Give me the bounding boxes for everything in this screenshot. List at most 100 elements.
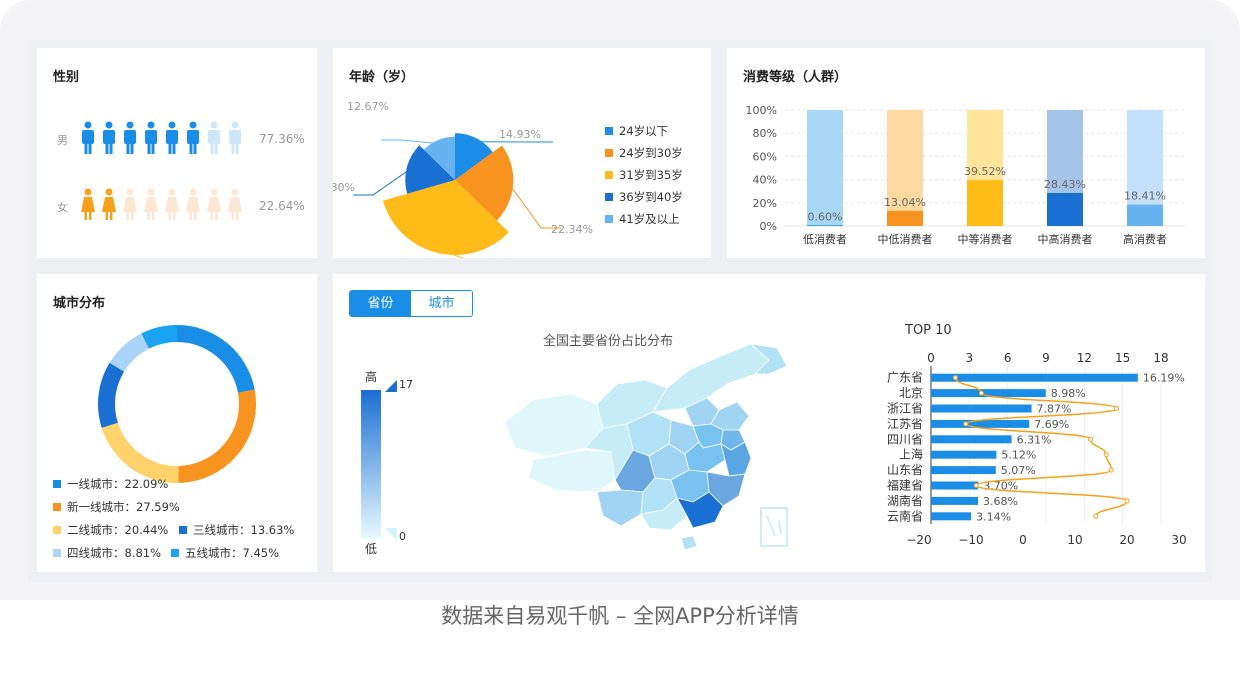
age-data-label: 16.80%: [333, 181, 355, 194]
bar[interactable]: [931, 435, 1012, 444]
bar-background: [807, 110, 843, 226]
city-legend-item[interactable]: 五线城市：7.45%: [171, 545, 279, 561]
bar-data-label: 7.69%: [1034, 418, 1069, 431]
bar[interactable]: [887, 210, 923, 226]
line-point[interactable]: [1108, 467, 1114, 473]
tab-province[interactable]: 省份: [350, 291, 411, 316]
map-region[interactable]: [528, 449, 616, 493]
city-legend-item[interactable]: 新一线城市：27.59%: [53, 499, 180, 515]
legend-swatch: [605, 193, 613, 201]
color-scale[interactable]: [361, 390, 381, 538]
gender-card: 性别 男 77.36% 女 22.64%: [37, 48, 317, 258]
legend-label: 一线城市：22.09%: [67, 477, 169, 491]
line-point[interactable]: [1093, 513, 1099, 519]
line-point[interactable]: [978, 390, 984, 396]
bar[interactable]: [931, 496, 979, 505]
bar-data-label: 6.31%: [1017, 433, 1052, 446]
x-tick-label-bottom: 30: [1171, 533, 1186, 547]
y-tick-label: 江苏省: [887, 417, 923, 431]
bar[interactable]: [931, 404, 1032, 413]
legend-label: 24岁以下: [619, 124, 669, 138]
x-tick-label-bottom: −20: [906, 533, 931, 547]
legend-swatch: [53, 480, 61, 488]
x-tick-label-top: 3: [966, 351, 974, 365]
city-legend-item[interactable]: 一线城市：22.09%: [53, 476, 168, 492]
scale-handle-top-icon[interactable]: [385, 380, 397, 392]
x-tick-label-bottom: −10: [958, 533, 983, 547]
y-tick-label: 北京: [899, 386, 923, 400]
city-legend-item[interactable]: 三线城市：13.63%: [179, 522, 294, 538]
line-point[interactable]: [963, 421, 969, 427]
male-value: 77.36%: [259, 132, 305, 146]
gender-title: 性别: [53, 70, 80, 85]
legend-swatch: [605, 127, 613, 135]
bar-data-label: 5.07%: [1001, 464, 1036, 477]
donut-segment[interactable]: [177, 325, 255, 393]
city-legend-item[interactable]: 四线城市：8.81%: [53, 545, 161, 561]
tab-city[interactable]: 城市: [411, 291, 472, 316]
line-point[interactable]: [1103, 452, 1109, 458]
legend-label: 二线城市：20.44%: [67, 523, 169, 537]
line-point[interactable]: [1124, 498, 1130, 504]
bar[interactable]: [1047, 193, 1083, 226]
bar[interactable]: [967, 180, 1003, 226]
bar-data-label: 28.43%: [1044, 178, 1086, 191]
y-tick-label: 山东省: [887, 463, 923, 477]
dashboard-panel: 性别 男 77.36% 女 22.64% 年龄（岁） 14.93%22.34%3…: [28, 40, 1212, 582]
age-legend-item[interactable]: 36岁到40岁: [605, 186, 683, 208]
map-region[interactable]: [710, 401, 750, 431]
map-region[interactable]: [720, 441, 752, 477]
bar[interactable]: [931, 512, 972, 521]
y-tick-label: 湖南省: [887, 493, 923, 508]
bar-data-label: 16.19%: [1143, 372, 1185, 385]
bar-data-label: 3.14%: [976, 510, 1011, 523]
age-data-label: 14.93%: [499, 128, 541, 141]
female-person-icon: [165, 188, 179, 220]
bar-data-label: 13.04%: [884, 196, 926, 209]
bar[interactable]: [1127, 204, 1163, 226]
age-label-line: [353, 168, 411, 196]
line-point[interactable]: [1114, 406, 1120, 411]
age-legend: 24岁以下 24岁到30岁 31岁到35岁 36岁到40岁 41岁及以上: [605, 120, 683, 230]
south-sea-islands: [766, 515, 782, 537]
age-legend-item[interactable]: 41岁及以上: [605, 208, 683, 230]
city-legend-item[interactable]: 二线城市：20.44%: [53, 522, 168, 538]
age-legend-item[interactable]: 31岁到35岁: [605, 164, 683, 186]
age-legend-item[interactable]: 24岁到30岁: [605, 142, 683, 164]
bar[interactable]: [931, 481, 979, 490]
donut-segment[interactable]: [98, 362, 125, 428]
bar[interactable]: [807, 225, 843, 226]
bar[interactable]: [931, 373, 1138, 382]
south-sea-inset: [760, 507, 788, 547]
y-tick-label: 0%: [760, 220, 777, 233]
bar-data-label: 5.12%: [1001, 449, 1036, 462]
age-legend-item[interactable]: 24岁以下: [605, 120, 683, 142]
x-tick-label: 中高消费者: [1038, 232, 1093, 246]
age-data-label: 12.67%: [347, 100, 389, 113]
y-tick-label: 云南省: [887, 508, 923, 523]
donut-segment[interactable]: [178, 389, 256, 483]
scale-handle-bottom-icon[interactable]: [385, 528, 397, 540]
donut-segment[interactable]: [101, 422, 179, 483]
line-point[interactable]: [973, 483, 979, 488]
x-tick-label-top: 0: [927, 351, 935, 365]
map-tab-group: 省份 城市: [349, 290, 473, 317]
bar-data-label: 18.41%: [1124, 190, 1166, 203]
top10-title: TOP 10: [904, 323, 952, 338]
legend-label: 新一线城市：27.59%: [67, 500, 180, 514]
bar[interactable]: [931, 450, 997, 459]
female-person-icon: [123, 188, 137, 220]
map-region[interactable]: [680, 535, 698, 551]
y-tick-label: 广东省: [887, 371, 923, 385]
age-data-label: 22.34%: [551, 223, 593, 236]
age-label-line: [381, 139, 440, 145]
donut-segment[interactable]: [109, 333, 150, 372]
y-tick-label: 福建省: [887, 478, 923, 493]
line-point[interactable]: [1088, 436, 1094, 442]
map-region[interactable]: [596, 489, 644, 527]
line-point[interactable]: [952, 375, 958, 381]
legend-swatch: [53, 526, 61, 534]
bar[interactable]: [931, 466, 996, 475]
male-person-icon: [187, 121, 199, 154]
legend-label: 四线城市：8.81%: [67, 546, 162, 560]
